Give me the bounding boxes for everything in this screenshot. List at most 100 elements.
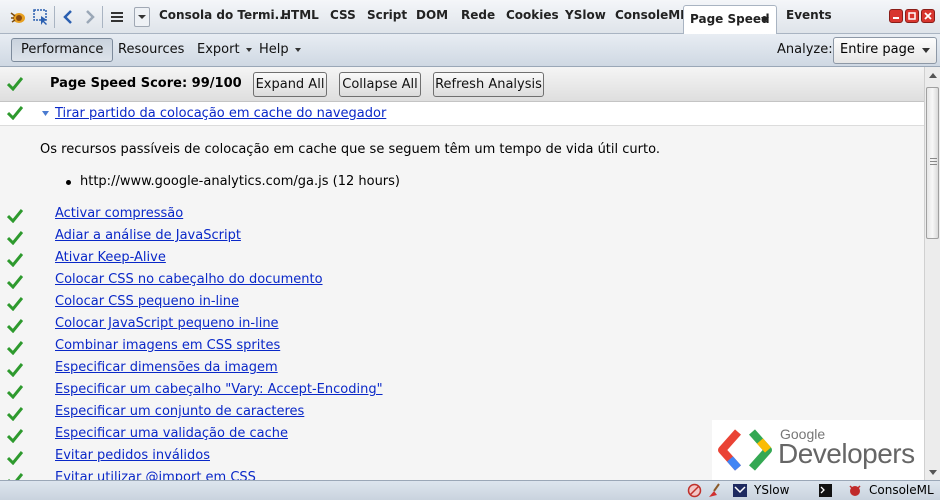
tab-script[interactable]: Script bbox=[367, 8, 407, 22]
vertical-scrollbar[interactable] bbox=[924, 67, 940, 480]
expanded-rule-header: Tirar partido da colocação em cache do n… bbox=[0, 102, 924, 126]
list-item: Activar compressão bbox=[55, 206, 183, 226]
list-item: Especificar um conjunto de caracteres bbox=[55, 404, 304, 424]
chevron-down-icon bbox=[922, 48, 930, 53]
help-menu-label: Help bbox=[259, 42, 289, 57]
rule-link[interactable]: Colocar JavaScript pequeno in-line bbox=[55, 316, 279, 331]
tab-console[interactable]: Consola do Termi... bbox=[159, 8, 288, 22]
tab-dom[interactable]: DOM bbox=[416, 8, 448, 22]
performance-button[interactable]: Performance bbox=[11, 38, 114, 62]
rule-link[interactable]: Especificar um conjunto de caracteres bbox=[55, 404, 304, 419]
detach-button[interactable] bbox=[905, 9, 919, 23]
check-icon bbox=[7, 451, 23, 465]
page-speed-score: Page Speed Score: 99/100 bbox=[50, 76, 242, 91]
blocked-icon[interactable] bbox=[687, 483, 702, 498]
tab-css[interactable]: CSS bbox=[330, 8, 356, 22]
consoleml-label[interactable]: ConsoleML bbox=[869, 483, 934, 497]
rule-link[interactable]: Especificar um cabeçalho "Vary: Accept-E… bbox=[55, 382, 383, 397]
yslow-label[interactable]: YSlow bbox=[754, 483, 789, 497]
check-icon bbox=[7, 77, 23, 91]
list-item: Especificar um cabeçalho "Vary: Accept-E… bbox=[55, 382, 383, 402]
inspect-icon[interactable] bbox=[31, 7, 51, 27]
resource-url: http://www.google-analytics.com/ga.js (1… bbox=[80, 174, 400, 189]
chevron-down-icon bbox=[245, 47, 252, 52]
list-item: Especificar uma validação de cache bbox=[55, 426, 288, 446]
rule-link[interactable]: Especificar uma validação de cache bbox=[55, 426, 288, 441]
list-item: Colocar CSS pequeno in-line bbox=[55, 294, 239, 314]
yslow-icon[interactable] bbox=[732, 483, 748, 498]
triangle-down-icon[interactable] bbox=[42, 111, 49, 116]
chevron-down-icon[interactable] bbox=[134, 7, 150, 27]
check-icon bbox=[7, 231, 23, 245]
check-icon bbox=[7, 253, 23, 267]
rule-link[interactable]: Ativar Keep-Alive bbox=[55, 250, 166, 265]
list-item: Evitar utilizar @import em CSS bbox=[55, 470, 256, 480]
check-icon bbox=[7, 385, 23, 399]
check-icon bbox=[7, 429, 23, 443]
forward-arrow-icon[interactable] bbox=[80, 7, 100, 27]
rule-link[interactable]: Colocar CSS no cabeçalho do documento bbox=[55, 272, 323, 287]
analyze-select[interactable]: Entire page bbox=[833, 37, 937, 64]
tab-yslow[interactable]: YSlow bbox=[565, 8, 606, 22]
broom-icon[interactable] bbox=[707, 483, 723, 498]
firebug-icon[interactable] bbox=[8, 7, 28, 27]
tab-rede[interactable]: Rede bbox=[461, 8, 495, 22]
rule-link[interactable]: Adiar a análise de JavaScript bbox=[55, 228, 241, 243]
export-menu[interactable]: Export bbox=[197, 39, 252, 63]
menu-icon[interactable] bbox=[107, 7, 127, 27]
help-menu[interactable]: Help bbox=[259, 39, 301, 63]
list-item: Colocar JavaScript pequeno in-line bbox=[55, 316, 279, 336]
list-item: http://www.google-analytics.com/ga.js (1… bbox=[66, 174, 400, 189]
resources-button[interactable]: Resources bbox=[118, 39, 184, 63]
refresh-analysis-button[interactable]: Refresh Analysis bbox=[433, 72, 544, 97]
scroll-up-icon[interactable] bbox=[929, 73, 937, 78]
check-icon bbox=[8, 473, 23, 480]
chevron-down-icon bbox=[294, 47, 301, 52]
list-item: Especificar dimensões da imagem bbox=[55, 360, 278, 380]
back-arrow-icon[interactable] bbox=[58, 7, 78, 27]
check-icon bbox=[7, 319, 23, 333]
firebug-tab-bar: Consola do Termi... HTML CSS Script DOM … bbox=[0, 0, 940, 34]
list-item: Adiar a análise de JavaScript bbox=[55, 228, 241, 248]
collapse-all-button[interactable]: Collapse All bbox=[339, 72, 421, 97]
check-icon bbox=[7, 297, 23, 311]
tab-consoleml[interactable]: ConsoleML bbox=[615, 8, 688, 22]
list-item: Evitar pedidos inválidos bbox=[55, 448, 210, 468]
tab-page-speed[interactable]: Page Speed bbox=[683, 5, 777, 34]
analyze-label: Analyze: bbox=[777, 42, 833, 57]
check-icon bbox=[7, 341, 23, 355]
console-icon[interactable] bbox=[818, 483, 833, 498]
minimize-button[interactable] bbox=[889, 9, 903, 23]
scroll-down-icon[interactable] bbox=[929, 470, 937, 475]
rule-description: Os recursos passíveis de colocação em ca… bbox=[40, 142, 660, 157]
rule-link[interactable]: Evitar pedidos inválidos bbox=[55, 448, 210, 463]
analyze-select-value: Entire page bbox=[840, 42, 915, 57]
rule-link[interactable]: Combinar imagens em CSS sprites bbox=[55, 338, 280, 353]
score-bar: Page Speed Score: 99/100 Expand All Coll… bbox=[0, 67, 924, 102]
tab-events[interactable]: Events bbox=[786, 8, 832, 22]
scrollbar-thumb[interactable] bbox=[926, 87, 939, 239]
tab-page-speed-label: Page Speed bbox=[690, 12, 770, 26]
page-speed-toolbar: Performance Resources Export Help Analyz… bbox=[0, 34, 940, 67]
tab-html[interactable]: HTML bbox=[281, 8, 319, 22]
google-developers-logo: Google Developers bbox=[712, 420, 924, 480]
list-item: Combinar imagens em CSS sprites bbox=[55, 338, 280, 358]
rule-link-expanded[interactable]: Tirar partido da colocação em cache do n… bbox=[55, 106, 386, 121]
rule-link[interactable]: Especificar dimensões da imagem bbox=[55, 360, 278, 375]
check-icon bbox=[7, 106, 23, 120]
rule-link[interactable]: Activar compressão bbox=[55, 206, 183, 221]
check-icon bbox=[7, 275, 23, 289]
status-bar: YSlow ConsoleML bbox=[0, 480, 940, 500]
tab-cookies[interactable]: Cookies bbox=[506, 8, 559, 22]
rule-link[interactable]: Evitar utilizar @import em CSS bbox=[55, 470, 256, 480]
consoleml-icon[interactable] bbox=[847, 483, 863, 498]
rule-link[interactable]: Colocar CSS pequeno in-line bbox=[55, 294, 239, 309]
check-icon bbox=[7, 209, 23, 223]
list-item: Ativar Keep-Alive bbox=[55, 250, 166, 270]
google-developers-logo-icon bbox=[718, 429, 772, 471]
check-icon bbox=[7, 407, 23, 421]
close-button[interactable] bbox=[921, 9, 935, 23]
google-developers-logo-text: Developers bbox=[778, 438, 915, 469]
export-menu-label: Export bbox=[197, 42, 240, 57]
expand-all-button[interactable]: Expand All bbox=[253, 72, 327, 97]
